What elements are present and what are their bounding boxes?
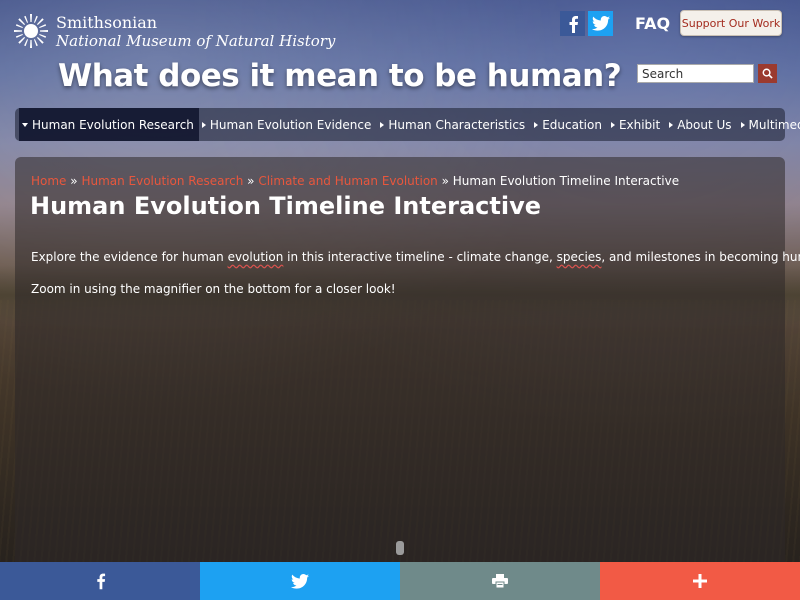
main-nav: Human Evolution Research Human Evolution… <box>15 108 800 141</box>
breadcrumb-separator: » <box>441 174 449 188</box>
faq-link[interactable]: FAQ <box>635 14 670 33</box>
share-more-button[interactable] <box>600 562 800 600</box>
intro-text-part: in this interactive timeline - climate c… <box>283 250 557 264</box>
share-twitter-button[interactable] <box>200 562 400 600</box>
facebook-icon <box>569 15 578 33</box>
search-icon <box>762 68 773 79</box>
zoom-hint-text: Zoom in using the magnifier on the botto… <box>31 282 396 296</box>
header-social-links <box>560 11 613 36</box>
nav-item-label: Exhibit <box>618 117 661 132</box>
header-facebook-link[interactable] <box>560 11 585 36</box>
support-our-work-button[interactable]: Support Our Work <box>680 10 782 36</box>
intro-text-part: , and milestones in becoming human. <box>601 250 800 264</box>
page-title: Human Evolution Timeline Interactive <box>30 192 541 220</box>
caret-down-icon <box>22 122 28 127</box>
print-icon <box>492 574 508 588</box>
nav-item-label: About Us <box>677 117 732 132</box>
nav-item-label: Human Evolution Evidence <box>209 117 372 132</box>
nav-item-label: Education <box>542 117 602 132</box>
logo-org-name: Smithsonian <box>56 13 158 32</box>
nav-item-label: Human Characteristics <box>388 117 526 132</box>
smithsonian-sun-icon <box>14 14 48 48</box>
intro-text-part: Explore the evidence for human <box>31 250 228 264</box>
twitter-icon <box>591 16 610 31</box>
share-bar <box>0 562 800 600</box>
timeline-scroll-handle[interactable] <box>396 541 404 555</box>
caret-right-icon <box>669 121 674 128</box>
breadcrumb-research-link[interactable]: Human Evolution Research <box>81 174 243 188</box>
intro-word-species: species <box>556 250 602 264</box>
breadcrumb-current: Human Evolution Timeline Interactive <box>452 174 680 188</box>
search-form <box>637 64 777 83</box>
caret-right-icon <box>534 121 539 128</box>
caret-right-icon <box>201 121 206 128</box>
header-twitter-link[interactable] <box>588 11 613 36</box>
breadcrumb-separator: » <box>70 174 78 188</box>
breadcrumb-climate-link[interactable]: Climate and Human Evolution <box>258 174 437 188</box>
nav-item-human-evolution-research[interactable]: Human Evolution Research <box>19 108 199 141</box>
intro-text: Explore the evidence for human evolution… <box>31 250 800 264</box>
breadcrumb-separator: » <box>247 174 255 188</box>
nav-item-label: Multimedia <box>748 117 800 132</box>
plus-icon <box>693 574 707 588</box>
search-button[interactable] <box>758 64 777 83</box>
breadcrumb-home-link[interactable]: Home <box>31 174 66 188</box>
nav-item-about-us[interactable]: About Us <box>666 108 737 141</box>
content-panel: Home » Human Evolution Research » Climat… <box>15 157 800 567</box>
nav-item-education[interactable]: Education <box>531 108 608 141</box>
caret-right-icon <box>380 121 385 128</box>
nav-item-exhibit[interactable]: Exhibit <box>608 108 666 141</box>
smithsonian-logo-link[interactable]: Smithsonian National Museum of Natural H… <box>14 14 335 50</box>
caret-right-icon <box>740 121 745 128</box>
logo-museum-name: National Museum of Natural History <box>56 32 336 50</box>
nav-item-human-characteristics[interactable]: Human Characteristics <box>377 108 531 141</box>
search-input[interactable] <box>637 64 754 83</box>
breadcrumb: Home » Human Evolution Research » Climat… <box>31 174 679 188</box>
share-print-button[interactable] <box>400 562 600 600</box>
site-title[interactable]: What does it mean to be human? <box>58 58 622 94</box>
nav-item-human-evolution-evidence[interactable]: Human Evolution Evidence <box>199 108 377 141</box>
facebook-icon <box>96 573 105 590</box>
intro-word-evolution: evolution <box>227 250 284 264</box>
twitter-icon <box>291 573 309 589</box>
caret-right-icon <box>610 121 615 128</box>
nav-item-multimedia[interactable]: Multimedia <box>738 108 800 141</box>
share-facebook-button[interactable] <box>0 562 200 600</box>
nav-item-label: Human Evolution Research <box>32 117 194 132</box>
